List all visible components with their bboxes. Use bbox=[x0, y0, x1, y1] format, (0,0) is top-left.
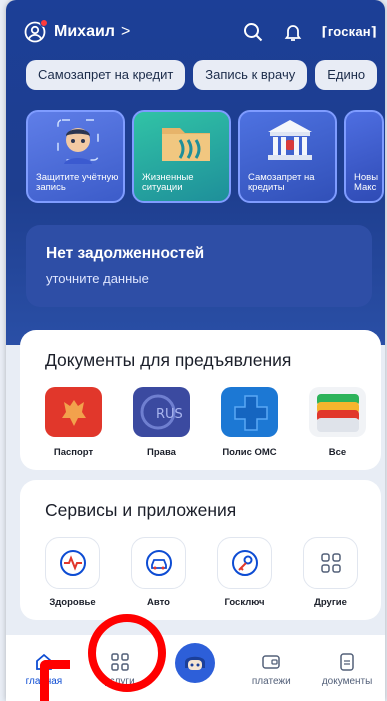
service-other[interactable]: Другие bbox=[303, 537, 385, 608]
assistant-robot-icon bbox=[175, 643, 216, 683]
documents-list: Паспорт RUS Права Полис ОМС Все bbox=[45, 387, 385, 458]
story-protect-account[interactable]: Защитите учётную запись bbox=[26, 110, 125, 203]
doc-passport[interactable]: Паспорт bbox=[45, 387, 133, 458]
service-label: Другие bbox=[314, 597, 347, 608]
story-label: Защитите учётную запись bbox=[36, 172, 119, 193]
documents-card: Документы для предъявления Паспорт RUS П… bbox=[20, 330, 381, 470]
heartbeat-icon bbox=[45, 537, 100, 589]
story-label: Жизненные ситуации bbox=[142, 172, 194, 193]
doc-label: Все bbox=[328, 447, 347, 458]
service-auto[interactable]: Авто bbox=[131, 537, 217, 608]
service-label: Авто bbox=[147, 597, 170, 608]
passport-icon bbox=[45, 387, 102, 437]
service-label: Госключ bbox=[224, 597, 265, 608]
services-card: Сервисы и приложения Здоровье Авто Госкл… bbox=[20, 480, 381, 620]
chip-cut-off[interactable]: Едино bbox=[315, 60, 378, 90]
services-title: Сервисы и приложения bbox=[45, 500, 237, 520]
top-bar: Михаил > ⌈госкан⌉ bbox=[24, 18, 377, 46]
driving-license-icon: RUS bbox=[133, 387, 190, 437]
debt-subtitle: уточните данные bbox=[46, 271, 149, 286]
wallet-icon bbox=[233, 651, 309, 673]
profile-name[interactable]: Михаил bbox=[54, 23, 115, 41]
gosuslugi-logo[interactable]: ⌈госкан⌉ bbox=[322, 24, 377, 40]
car-icon bbox=[131, 537, 186, 589]
chip-doctor-appointment[interactable]: Запись к врачу bbox=[193, 60, 308, 90]
chip-self-ban-credit[interactable]: Самозапрет на кредит bbox=[26, 60, 186, 90]
doc-license[interactable]: RUS Права bbox=[133, 387, 221, 458]
debt-status-card[interactable]: Нет задолженностей уточните данные bbox=[26, 225, 372, 307]
tab-label: платежи bbox=[251, 676, 291, 687]
profile-avatar[interactable] bbox=[24, 19, 48, 43]
story-label: Самозапрет на кредиты bbox=[248, 172, 315, 193]
medical-cross-icon bbox=[221, 387, 278, 437]
quick-chips: Самозапрет на кредит Запись к врачу Един… bbox=[26, 60, 378, 90]
story-label: Новы Макс bbox=[354, 172, 379, 193]
tab-payments[interactable]: платежи bbox=[233, 651, 309, 687]
annotation-highlight-circle bbox=[88, 614, 166, 692]
story-credit-self-ban[interactable]: Самозапрет на кредиты bbox=[238, 110, 337, 203]
doc-label: Полис ОМС bbox=[222, 447, 277, 458]
doc-label: Права bbox=[147, 447, 176, 458]
app-screen: Михаил > ⌈госкан⌉ Самозапрет на кредит З… bbox=[6, 0, 385, 701]
key-icon bbox=[217, 537, 272, 589]
doc-label: Паспорт bbox=[53, 447, 94, 458]
chevron-right-icon[interactable]: > bbox=[121, 23, 130, 41]
stories-row: Защитите учётную запись Жизненные ситуац… bbox=[26, 110, 384, 203]
service-goskey[interactable]: Госключ bbox=[217, 537, 303, 608]
tab-documents[interactable]: документы bbox=[309, 651, 385, 687]
search-icon[interactable] bbox=[242, 21, 264, 43]
story-life-situations[interactable]: Жизненные ситуации bbox=[132, 110, 231, 203]
debt-title: Нет задолженностей bbox=[46, 245, 205, 262]
hero-section: Михаил > ⌈госкан⌉ Самозапрет на кредит З… bbox=[6, 0, 385, 345]
grid-icon bbox=[303, 537, 358, 589]
service-health[interactable]: Здоровье bbox=[45, 537, 131, 608]
bank-icon bbox=[268, 120, 312, 160]
documents-title: Документы для предъявления bbox=[45, 350, 292, 370]
story-new-max[interactable]: Новы Макс bbox=[344, 110, 384, 203]
doc-oms[interactable]: Полис ОМС bbox=[221, 387, 309, 458]
services-list: Здоровье Авто Госключ Другие bbox=[45, 537, 385, 608]
annotation-bracket-mark bbox=[40, 660, 70, 701]
tab-assistant[interactable] bbox=[158, 643, 234, 687]
folder-icon bbox=[162, 128, 210, 161]
document-icon bbox=[309, 651, 385, 673]
service-label: Здоровье bbox=[49, 597, 96, 608]
svg-text:RUS: RUS bbox=[156, 407, 183, 422]
wallet-stack-icon bbox=[309, 387, 366, 437]
doc-all[interactable]: Все bbox=[309, 387, 385, 458]
user-shield-icon bbox=[57, 119, 99, 164]
notification-dot bbox=[40, 19, 48, 27]
bell-icon[interactable] bbox=[282, 21, 304, 43]
tab-label: документы bbox=[321, 676, 373, 687]
